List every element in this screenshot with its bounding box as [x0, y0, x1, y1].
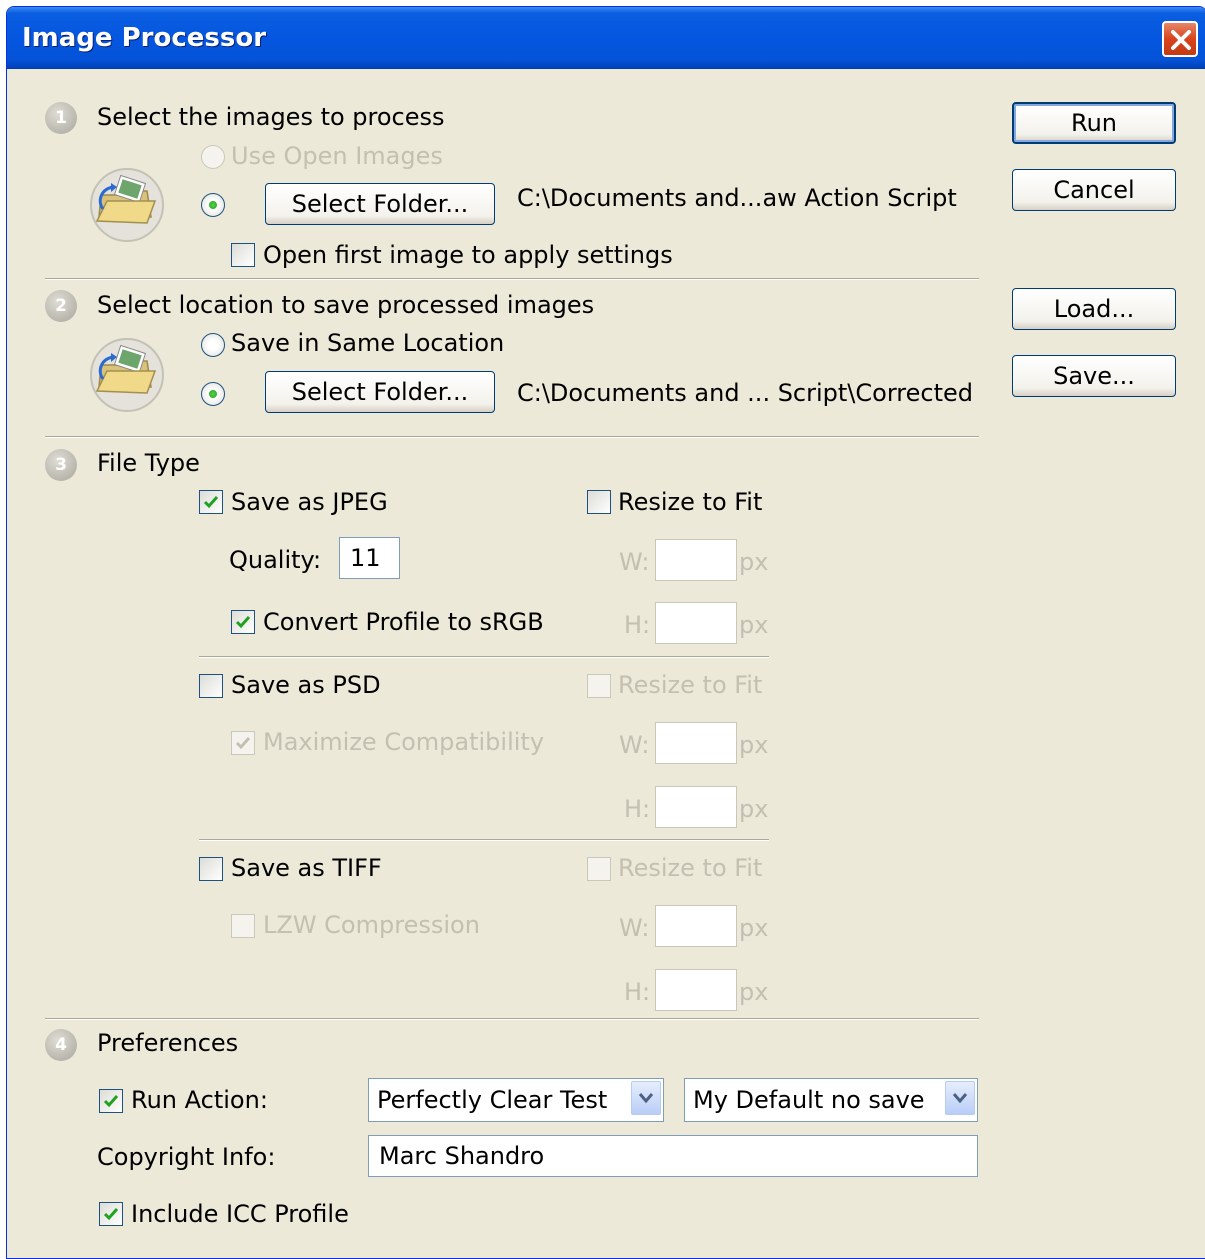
- source-folder-path: C:\Documents and...aw Action Script: [517, 184, 957, 212]
- close-icon: [1171, 30, 1191, 50]
- image-processor-dialog: Image Processor 1 Select the images to p…: [6, 6, 1205, 1259]
- tiff-width-input[interactable]: [655, 905, 737, 947]
- action-dropdown[interactable]: My Default no save: [684, 1078, 978, 1122]
- save-as-jpeg-label: Save as JPEG: [231, 488, 388, 516]
- section1-heading: Select the images to process: [97, 103, 445, 131]
- use-open-images-radio[interactable]: [201, 145, 225, 169]
- copyright-info-input[interactable]: Marc Shandro: [368, 1135, 978, 1177]
- psd-height-label: H:: [624, 795, 651, 823]
- separator-jpeg-psd: [199, 656, 769, 658]
- save-button[interactable]: Save...: [1012, 355, 1176, 397]
- copyright-info-label: Copyright Info:: [97, 1143, 276, 1171]
- action-dropdown-arrow[interactable]: [945, 1081, 975, 1115]
- maximize-compatibility-label: Maximize Compatibility: [263, 728, 545, 756]
- psd-resize-to-fit-checkbox[interactable]: [587, 674, 611, 698]
- action-set-dropdown-arrow[interactable]: [631, 1081, 661, 1115]
- psd-height-input[interactable]: [655, 786, 737, 828]
- cancel-button[interactable]: Cancel: [1012, 169, 1176, 211]
- checkmark-icon: [203, 496, 219, 509]
- quality-input[interactable]: 11: [339, 537, 400, 579]
- save-same-location-radio[interactable]: [201, 333, 225, 357]
- close-button[interactable]: [1162, 21, 1198, 57]
- lzw-compression-checkbox[interactable]: [231, 914, 255, 938]
- select-source-folder-radio[interactable]: [201, 193, 225, 217]
- save-as-psd-label: Save as PSD: [231, 671, 381, 699]
- separator-2: [45, 436, 979, 438]
- select-destination-folder-radio[interactable]: [201, 382, 225, 406]
- run-button[interactable]: Run: [1012, 102, 1176, 144]
- save-as-jpeg-checkbox[interactable]: [199, 490, 223, 514]
- window-title: Image Processor: [22, 23, 267, 53]
- separator-3: [45, 1018, 979, 1020]
- tiff-resize-to-fit-label: Resize to Fit: [618, 854, 763, 882]
- save-as-psd-checkbox[interactable]: [199, 674, 223, 698]
- quality-label: Quality:: [229, 546, 322, 574]
- convert-profile-srgb-checkbox[interactable]: [231, 610, 255, 634]
- tiff-width-unit: px: [739, 914, 769, 942]
- step-number-4: 4: [45, 1029, 77, 1061]
- lzw-compression-label: LZW Compression: [263, 911, 480, 939]
- destination-folder-path: C:\Documents and ... Script\Corrected: [517, 379, 973, 407]
- tiff-height-unit: px: [739, 978, 769, 1006]
- checkmark-icon: [103, 1095, 119, 1108]
- maximize-compatibility-checkbox[interactable]: [231, 731, 255, 755]
- open-first-image-label: Open first image to apply settings: [263, 241, 673, 269]
- jpeg-width-label: W:: [619, 548, 650, 576]
- tiff-resize-to-fit-checkbox[interactable]: [587, 857, 611, 881]
- checkmark-icon: [235, 616, 251, 629]
- run-action-checkbox[interactable]: [99, 1089, 123, 1113]
- title-bar[interactable]: Image Processor: [7, 7, 1205, 69]
- psd-height-unit: px: [739, 795, 769, 823]
- convert-profile-srgb-label: Convert Profile to sRGB: [263, 608, 544, 636]
- jpeg-height-label: H:: [624, 611, 651, 639]
- psd-width-label: W:: [619, 731, 650, 759]
- separator-psd-tiff: [199, 839, 769, 841]
- save-as-tiff-checkbox[interactable]: [199, 857, 223, 881]
- step-number-2: 2: [45, 290, 77, 322]
- load-button[interactable]: Load...: [1012, 288, 1176, 330]
- tiff-height-input[interactable]: [655, 969, 737, 1011]
- chevron-down-icon: [952, 1093, 968, 1104]
- tiff-width-label: W:: [619, 914, 650, 942]
- chevron-down-icon: [638, 1093, 654, 1104]
- tiff-height-label: H:: [624, 978, 651, 1006]
- run-action-label: Run Action:: [131, 1086, 268, 1114]
- action-value: My Default no save: [693, 1086, 925, 1114]
- jpeg-width-unit: px: [739, 548, 769, 576]
- jpeg-resize-to-fit-checkbox[interactable]: [587, 490, 611, 514]
- separator-1: [45, 278, 979, 280]
- use-open-images-label: Use Open Images: [231, 142, 443, 170]
- jpeg-height-input[interactable]: [655, 602, 737, 644]
- action-set-value: Perfectly Clear Test: [377, 1086, 608, 1114]
- psd-width-unit: px: [739, 731, 769, 759]
- action-set-dropdown[interactable]: Perfectly Clear Test: [368, 1078, 664, 1122]
- include-icc-profile-checkbox[interactable]: [99, 1202, 123, 1226]
- psd-width-input[interactable]: [655, 722, 737, 764]
- folder-photo-icon: [90, 168, 164, 242]
- save-same-location-label: Save in Same Location: [231, 329, 505, 357]
- section4-heading: Preferences: [97, 1029, 239, 1057]
- open-first-image-checkbox[interactable]: [231, 243, 255, 267]
- select-source-folder-button[interactable]: Select Folder...: [265, 183, 495, 225]
- step-number-3: 3: [45, 449, 77, 481]
- folder-photo-icon: [90, 338, 164, 412]
- jpeg-resize-to-fit-label: Resize to Fit: [618, 488, 763, 516]
- select-destination-folder-button[interactable]: Select Folder...: [265, 371, 495, 413]
- jpeg-width-input[interactable]: [655, 539, 737, 581]
- checkmark-icon: [103, 1208, 119, 1221]
- step-number-1: 1: [45, 102, 77, 134]
- save-as-tiff-label: Save as TIFF: [231, 854, 382, 882]
- jpeg-height-unit: px: [739, 611, 769, 639]
- checkmark-icon: [235, 737, 251, 750]
- section3-heading: File Type: [97, 449, 200, 477]
- section2-heading: Select location to save processed images: [97, 291, 595, 319]
- include-icc-profile-label: Include ICC Profile: [131, 1200, 349, 1228]
- psd-resize-to-fit-label: Resize to Fit: [618, 671, 763, 699]
